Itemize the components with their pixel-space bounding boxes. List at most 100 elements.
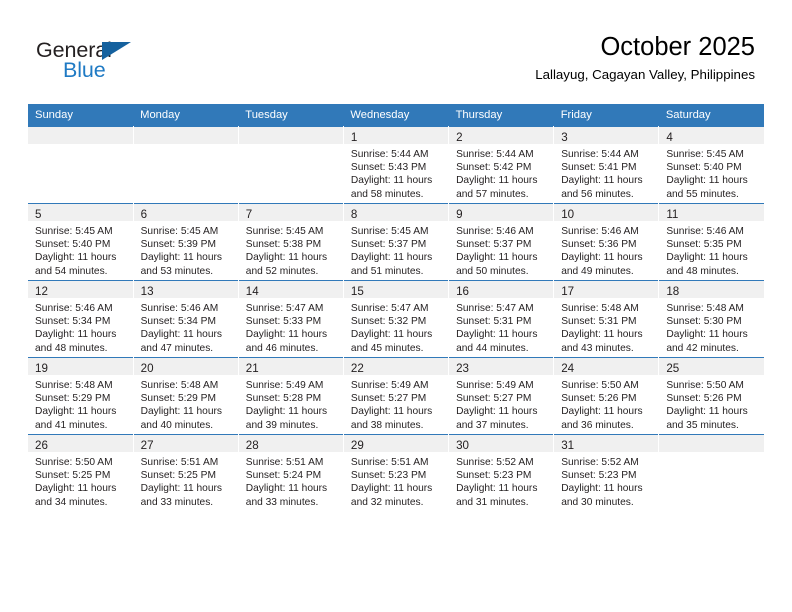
sunset-text: Sunset: 5:23 PM	[350, 470, 427, 482]
day-cell[interactable]: 8 Sunrise: 5:45 AM Sunset: 5:37 PM Daylight…	[343, 203, 450, 281]
daylight-text-line1: Daylight: 11 hours	[35, 483, 117, 495]
daylight-text-line2: and 56 minutes.	[561, 188, 634, 200]
daylight-text-line1: Daylight: 11 hours	[245, 252, 328, 264]
daylight-text-line2: and 39 minutes.	[245, 419, 319, 431]
daylight-text-line2: and 33 minutes.	[140, 496, 214, 508]
daylight-text-line2: and 44 minutes.	[456, 342, 529, 354]
daylight-text-line2: and 49 minutes.	[561, 265, 634, 277]
day-cell[interactable]: 25 Sunrise: 5:50 AM Sunset: 5:26 PM Dayligh…	[658, 357, 764, 435]
day-cell[interactable]: 1 Sunrise: 5:44 AM Sunset: 5:43 PM Daylight…	[343, 126, 450, 204]
day-cell[interactable]: 17 Sunrise: 5:48 AM Sunset: 5:31 PM Dayligh…	[553, 280, 660, 358]
day-cell[interactable]: 6 Sunrise: 5:45 AM Sunset: 5:39 PM Daylight…	[133, 203, 239, 281]
sunset-text: Sunset: 5:34 PM	[140, 316, 216, 328]
day-cell[interactable]: 23 Sunrise: 5:49 AM Sunset: 5:27 PM Dayligh…	[448, 357, 555, 435]
day-cell[interactable]: 20 Sunrise: 5:48 AM Sunset: 5:29 PM Dayligh…	[133, 357, 239, 435]
day-number: 24	[561, 362, 575, 375]
sunrise-text: Sunrise: 5:52 AM	[561, 457, 639, 468]
day-cell[interactable]: 22 Sunrise: 5:49 AM Sunset: 5:27 PM Dayligh…	[343, 357, 450, 435]
day-cell[interactable]: 24 Sunrise: 5:50 AM Sunset: 5:26 PM Dayligh…	[553, 357, 660, 435]
day-cell[interactable]: 14 Sunrise: 5:47 AM Sunset: 5:33 PM Dayligh…	[238, 280, 344, 358]
daylight-text-line2: and 41 minutes.	[35, 419, 108, 431]
sunset-text: Sunset: 5:23 PM	[561, 470, 637, 482]
sunset-text: Sunset: 5:36 PM	[561, 239, 637, 251]
daylight-text-line1: Daylight: 11 hours	[35, 406, 117, 418]
daylight-text-line1: Daylight: 11 hours	[561, 483, 643, 495]
sunrise-text: Sunrise: 5:48 AM	[140, 380, 219, 391]
daylight-text-line1: Daylight: 11 hours	[35, 252, 117, 264]
daylight-text-line2: and 30 minutes.	[561, 496, 634, 508]
sunrise-text: Sunrise: 5:51 AM	[350, 457, 429, 468]
calendar-page: General Blue October 2025 Lallayug, Caga…	[0, 0, 792, 612]
day-cell[interactable]: 7 Sunrise: 5:45 AM Sunset: 5:38 PM Daylight…	[238, 203, 344, 281]
day-number: 3	[561, 131, 568, 144]
day-cell[interactable]	[28, 126, 134, 204]
day-cell[interactable]: 12 Sunrise: 5:46 AM Sunset: 5:34 PM Dayligh…	[28, 280, 134, 358]
day-cell[interactable]: 13 Sunrise: 5:46 AM Sunset: 5:34 PM Dayligh…	[133, 280, 239, 358]
day-cell[interactable]: 26 Sunrise: 5:50 AM Sunset: 5:25 PM Dayligh…	[28, 434, 134, 511]
weekday-header-tuesday: Tuesday	[238, 104, 344, 127]
daylight-text-line1: Daylight: 11 hours	[140, 252, 222, 264]
day-cell[interactable]: 11 Sunrise: 5:46 AM Sunset: 5:35 PM Dayligh…	[658, 203, 764, 281]
day-cell[interactable]	[658, 434, 764, 511]
day-cell[interactable]: 29 Sunrise: 5:51 AM Sunset: 5:23 PM Dayligh…	[343, 434, 450, 511]
daylight-text-line1: Daylight: 11 hours	[456, 175, 538, 187]
day-cell[interactable]: 18 Sunrise: 5:48 AM Sunset: 5:30 PM Dayligh…	[658, 280, 764, 358]
week-row: 12 Sunrise: 5:46 AM Sunset: 5:34 PM Dayligh…	[28, 280, 764, 358]
daylight-text-line1: Daylight: 11 hours	[140, 483, 222, 495]
day-cell[interactable]: 30 Sunrise: 5:52 AM Sunset: 5:23 PM Dayligh…	[448, 434, 555, 511]
day-cell[interactable]	[133, 126, 239, 204]
sunrise-text: Sunrise: 5:49 AM	[245, 380, 324, 391]
day-number: 14	[245, 285, 259, 298]
day-cell[interactable]: 10 Sunrise: 5:46 AM Sunset: 5:36 PM Dayligh…	[553, 203, 660, 281]
daylight-text-line1: Daylight: 11 hours	[350, 175, 433, 187]
day-number: 8	[350, 208, 358, 221]
day-cell[interactable]	[238, 126, 344, 204]
sunrise-text: Sunrise: 5:45 AM	[666, 149, 744, 160]
sunset-text: Sunset: 5:31 PM	[456, 316, 532, 328]
day-cell[interactable]: 19 Sunrise: 5:48 AM Sunset: 5:29 PM Dayligh…	[28, 357, 134, 435]
day-cell[interactable]: 9 Sunrise: 5:46 AM Sunset: 5:37 PM Daylight…	[448, 203, 555, 281]
sunset-text: Sunset: 5:28 PM	[245, 393, 322, 405]
sunset-text: Sunset: 5:35 PM	[666, 239, 742, 251]
day-number: 23	[456, 362, 469, 375]
day-number: 15	[350, 285, 364, 298]
sunrise-sunset-calendar: Sunday Monday Tuesday Wednesday Thursday…	[28, 104, 764, 511]
daylight-text-line1: Daylight: 11 hours	[350, 483, 433, 495]
sunset-text: Sunset: 5:29 PM	[140, 393, 216, 405]
daylight-text-line2: and 43 minutes.	[561, 342, 634, 354]
day-cell[interactable]: 16 Sunrise: 5:47 AM Sunset: 5:31 PM Dayligh…	[448, 280, 555, 358]
sunrise-text: Sunrise: 5:50 AM	[561, 380, 639, 391]
day-number: 30	[456, 439, 469, 452]
sunrise-text: Sunrise: 5:46 AM	[35, 303, 113, 314]
day-cell[interactable]: 27 Sunrise: 5:51 AM Sunset: 5:25 PM Dayligh…	[133, 434, 239, 511]
daylight-text-line1: Daylight: 11 hours	[666, 329, 748, 341]
daylight-text-line1: Daylight: 11 hours	[245, 329, 328, 341]
day-number: 2	[456, 131, 463, 144]
day-cell[interactable]: 15 Sunrise: 5:47 AM Sunset: 5:32 PM Dayligh…	[343, 280, 450, 358]
sunset-text: Sunset: 5:32 PM	[350, 316, 427, 328]
day-number: 19	[35, 362, 48, 375]
day-number: 29	[350, 439, 364, 452]
day-cell[interactable]: 5 Sunrise: 5:45 AM Sunset: 5:40 PM Daylight…	[28, 203, 134, 281]
daylight-text-line2: and 40 minutes.	[140, 419, 214, 431]
general-blue-logo[interactable]: General Blue	[36, 38, 246, 90]
sunrise-text: Sunrise: 5:44 AM	[350, 149, 429, 160]
sunrise-text: Sunrise: 5:45 AM	[350, 226, 429, 237]
day-cell[interactable]: 2 Sunrise: 5:44 AM Sunset: 5:42 PM Daylight…	[448, 126, 555, 204]
day-cell[interactable]: 21 Sunrise: 5:49 AM Sunset: 5:28 PM Dayligh…	[238, 357, 344, 435]
week-row: 26 Sunrise: 5:50 AM Sunset: 5:25 PM Dayligh…	[28, 434, 764, 511]
sunset-text: Sunset: 5:42 PM	[456, 162, 532, 174]
daylight-text-line1: Daylight: 11 hours	[245, 483, 328, 495]
day-cell[interactable]: 3 Sunrise: 5:44 AM Sunset: 5:41 PM Daylight…	[553, 126, 660, 204]
day-number: 10	[561, 208, 575, 221]
daylight-text-line2: and 52 minutes.	[245, 265, 319, 277]
sunrise-text: Sunrise: 5:46 AM	[140, 303, 219, 314]
day-cell[interactable]: 28 Sunrise: 5:51 AM Sunset: 5:24 PM Dayligh…	[238, 434, 344, 511]
sunrise-text: Sunrise: 5:44 AM	[561, 149, 639, 160]
daylight-text-line1: Daylight: 11 hours	[561, 252, 643, 264]
logo-triangle-icon	[102, 42, 131, 60]
day-cell[interactable]: 4 Sunrise: 5:45 AM Sunset: 5:40 PM Daylight…	[658, 126, 764, 204]
sunset-text: Sunset: 5:24 PM	[245, 470, 322, 482]
sunrise-text: Sunrise: 5:45 AM	[245, 226, 324, 237]
day-cell[interactable]: 31 Sunrise: 5:52 AM Sunset: 5:23 PM Dayligh…	[553, 434, 660, 511]
